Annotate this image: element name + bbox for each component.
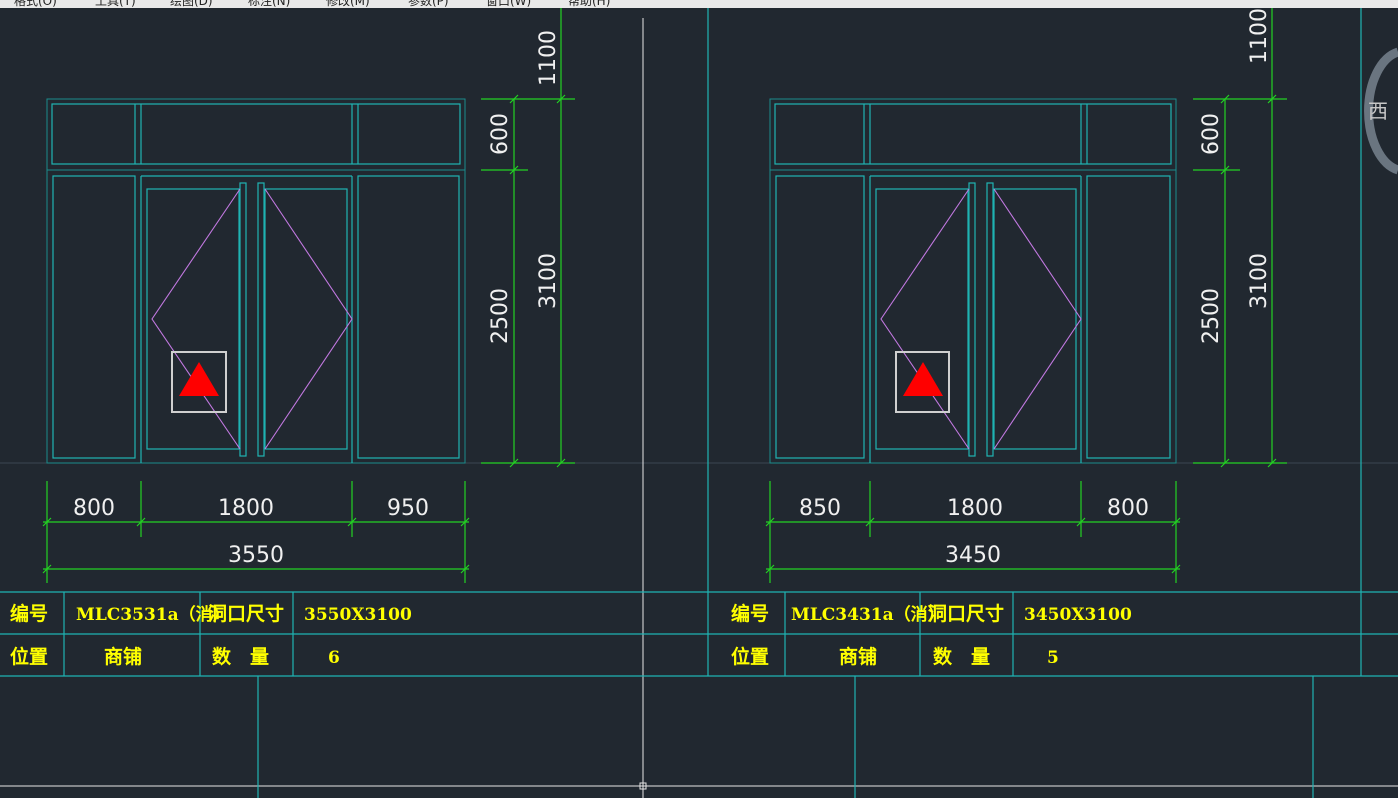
dim-text-3100: 3100 (536, 253, 561, 309)
door-swing-left-leaf (880, 188, 970, 450)
code-label: 编号 (731, 602, 769, 625)
menu-item-parameters[interactable]: 参数(P) (408, 0, 449, 8)
menu-bar: 格式(O) 工具(T) 绘图(D) 标注(N) 修改(M) 参数(P) 窗口(W… (0, 0, 1398, 8)
menu-item-format[interactable]: 格式(O) (14, 0, 57, 8)
quantity-value: 5 (1047, 648, 1059, 668)
dim-text-2500: 2500 (488, 288, 513, 344)
dim-text-w3: 800 (1107, 496, 1149, 521)
schedule-table-left[interactable]: 编号 MLC3531a（消） 洞口尺寸 3550X3100 位置 商铺 数 量 … (10, 602, 412, 668)
door-elevation-left[interactable] (46, 98, 466, 464)
code-value: MLC3531a（消） (76, 604, 230, 625)
location-value: 商铺 (104, 645, 142, 668)
dimensions-horizontal-right[interactable]: 850 1800 800 3450 (765, 481, 1181, 583)
dim-text-total-w: 3450 (945, 543, 1001, 568)
dim-text-3100: 3100 (1247, 253, 1272, 309)
compass-icon[interactable]: 西 (1364, 47, 1398, 175)
drawing-canvas[interactable]: 西 1100 600 2500 3100 800 1800 950 3550 1… (0, 8, 1398, 798)
menu-item-modify[interactable]: 修改(M) (326, 0, 370, 8)
menu-item-tools[interactable]: 工具(T) (95, 0, 136, 8)
quantity-label: 数 量 (933, 645, 990, 668)
dim-text-1100: 1100 (536, 30, 561, 86)
dim-text-1100: 1100 (1247, 8, 1272, 64)
size-value: 3550X3100 (304, 605, 412, 625)
size-value: 3450X3100 (1024, 605, 1132, 625)
dim-text-total-w: 3550 (228, 543, 284, 568)
door-swing-right-leaf (993, 188, 1082, 450)
dim-text-w2: 1800 (218, 496, 274, 521)
dim-text-w3: 950 (387, 496, 429, 521)
menu-item-help[interactable]: 帮助(H) (568, 0, 610, 8)
dim-text-w1: 800 (73, 496, 115, 521)
dimensions-horizontal-left[interactable]: 800 1800 950 3550 (42, 481, 470, 583)
dim-text-w2: 1800 (947, 496, 1003, 521)
compass-west-label: 西 (1368, 99, 1388, 123)
code-value: MLC3431a（消） (791, 604, 945, 625)
menu-item-draw[interactable]: 绘图(D) (170, 0, 213, 8)
dimensions-vertical-left[interactable]: 1100 600 2500 3100 (481, 8, 575, 468)
dim-text-w1: 850 (799, 496, 841, 521)
door-swing-right-leaf (264, 188, 353, 450)
code-label: 编号 (10, 602, 48, 625)
fire-door-marker-icon (895, 351, 950, 413)
dim-text-600: 600 (488, 113, 513, 155)
dim-text-2500: 2500 (1199, 288, 1224, 344)
menu-item-dimension[interactable]: 标注(N) (248, 0, 290, 8)
size-label: 洞口尺寸 (928, 602, 1004, 625)
quantity-value: 6 (328, 648, 340, 668)
dim-text-600: 600 (1199, 113, 1224, 155)
door-elevation-right[interactable] (769, 98, 1177, 464)
location-label: 位置 (731, 645, 769, 668)
location-label: 位置 (10, 645, 48, 668)
dimensions-vertical-right[interactable]: 1100 600 2500 3100 (1193, 8, 1287, 468)
quantity-label: 数 量 (212, 645, 269, 668)
schedule-table-right[interactable]: 编号 MLC3431a（消） 洞口尺寸 3450X3100 位置 商铺 数 量 … (731, 602, 1132, 668)
location-value: 商铺 (839, 645, 877, 668)
size-label: 洞口尺寸 (208, 602, 284, 625)
menu-item-window[interactable]: 窗口(W) (486, 0, 531, 8)
